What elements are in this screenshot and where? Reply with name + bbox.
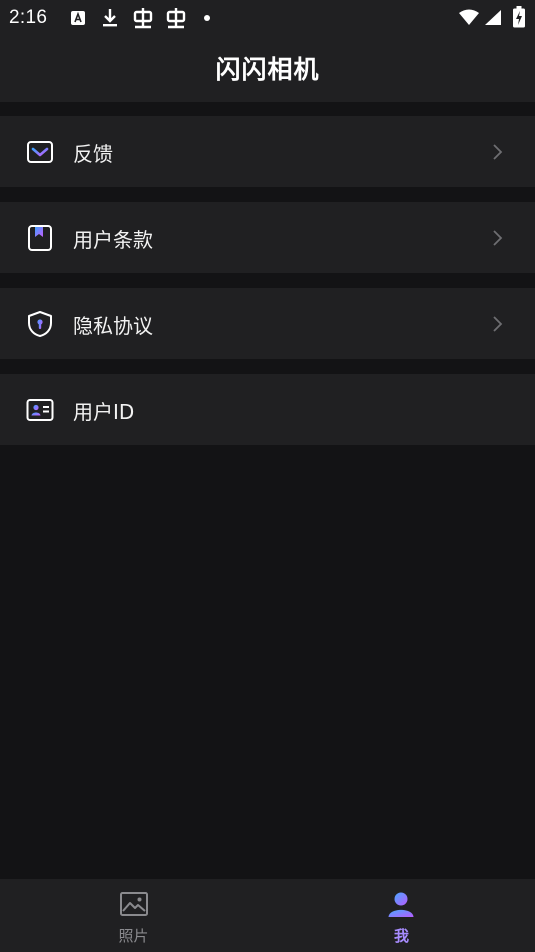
app-header: 闪闪相机 [0,36,535,102]
menu-item-privacy[interactable]: 隐私协议 [0,288,535,359]
dot-icon [204,15,210,21]
shield-icon [28,311,52,337]
tab-label: 我 [393,927,409,945]
id-card-icon [26,399,54,421]
user-icon [388,892,414,917]
menu-item-label: 用户条款 [73,228,153,252]
menu-item-user-id[interactable]: 用户ID [0,374,535,445]
chevron-right-icon [493,230,503,246]
page-title: 闪闪相机 [215,55,320,84]
battery-charging-icon [513,6,525,28]
bug-icon [166,8,186,29]
menu-item-label: 反馈 [73,142,113,166]
chevron-right-icon [493,144,503,160]
signal-icon [485,10,501,25]
menu-item-terms[interactable]: 用户条款 [0,202,535,273]
download-icon [103,9,117,27]
bottom-tab-bar: 照片 我 [0,879,535,952]
photo-icon [120,892,148,916]
tab-label: 照片 [118,927,149,945]
wifi-icon [459,9,479,25]
a-notification-icon [71,11,85,25]
bookmark-icon [28,225,52,251]
menu-item-label: 隐私协议 [73,314,153,338]
chevron-right-icon [493,316,503,332]
status-bar: 2:16 [0,0,535,36]
bug-icon [133,8,153,29]
menu-item-label: 用户ID [73,400,135,424]
tab-me[interactable]: 我 [268,879,535,952]
menu-item-feedback[interactable]: 反馈 [0,116,535,187]
tab-photos[interactable]: 照片 [0,879,267,952]
mail-icon [27,141,53,163]
status-time: 2:16 [9,7,48,28]
